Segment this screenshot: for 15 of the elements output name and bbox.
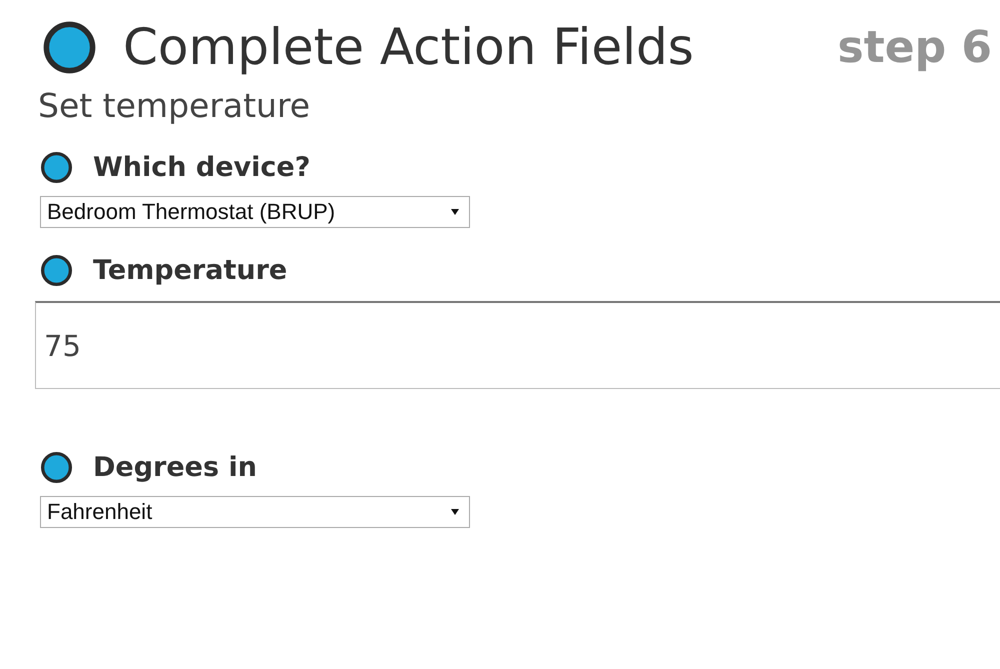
- caret-icon: [451, 509, 459, 515]
- dot-icon: [40, 451, 73, 484]
- page-title: Complete Action Fields: [123, 18, 695, 76]
- dot-icon: [40, 151, 73, 184]
- field-label: Temperature: [93, 255, 288, 286]
- dot-icon: [42, 20, 97, 74]
- action-subtitle: Set temperature: [38, 86, 312, 125]
- step-label: step 6: [838, 22, 992, 72]
- field-label: Which device?: [93, 152, 310, 183]
- input-field[interactable]: 75: [35, 301, 1000, 389]
- dot-icon: [40, 254, 73, 287]
- caret-icon: [451, 209, 459, 215]
- dropdown[interactable]: Bedroom Thermostat (BRUP): [40, 196, 470, 228]
- dropdown[interactable]: Fahrenheit: [40, 496, 470, 528]
- field-label: Degrees in: [93, 452, 257, 483]
